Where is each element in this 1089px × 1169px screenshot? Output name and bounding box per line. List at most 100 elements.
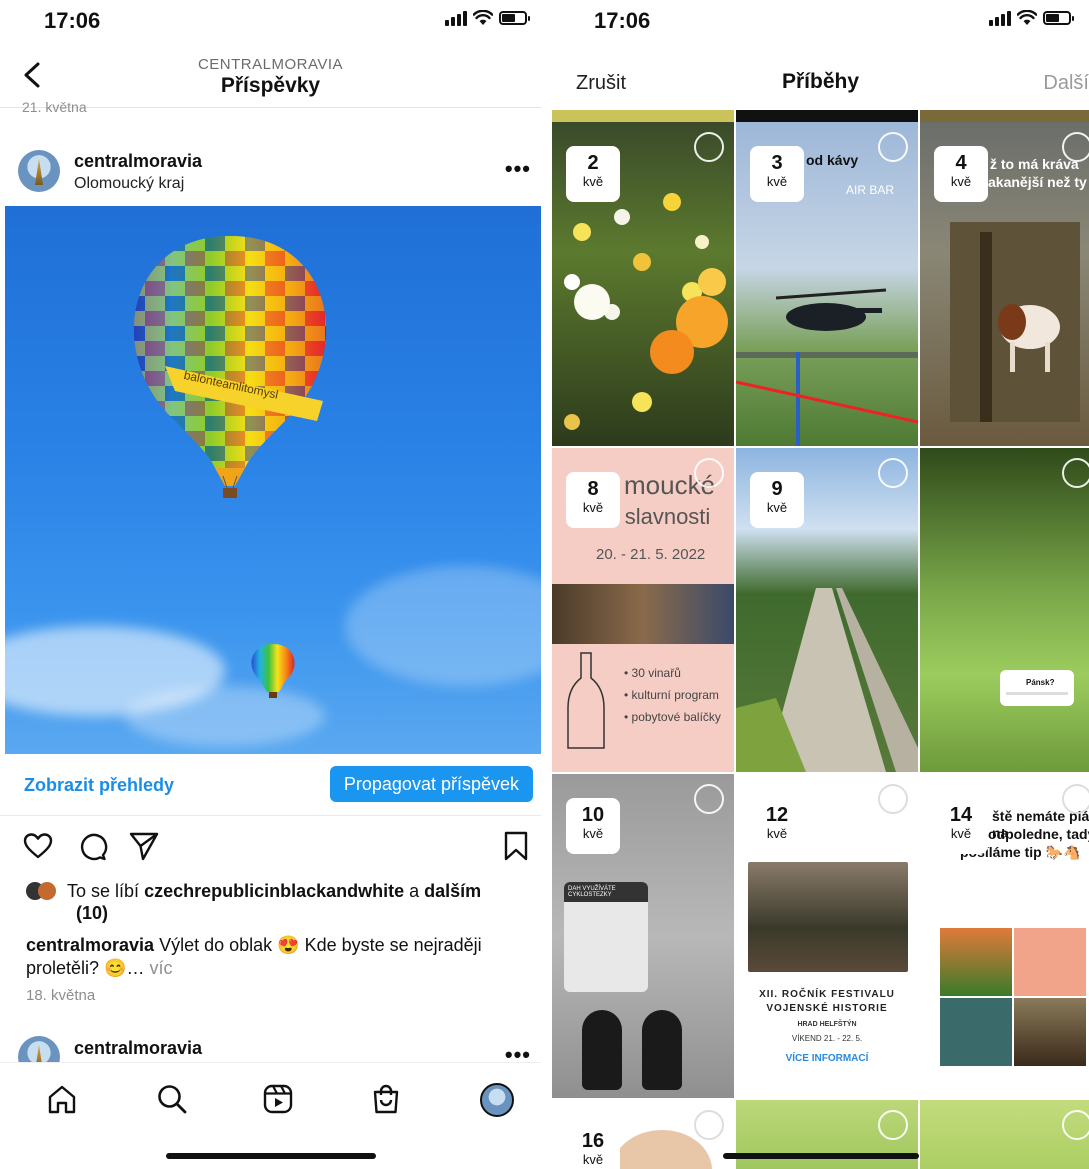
balloon-illustration: balonteamlitomysl xyxy=(133,236,327,698)
send-icon[interactable] xyxy=(128,830,160,862)
story-overlay-text: odpoledne, tady xyxy=(988,826,1089,842)
post-screen: 17:06 CENTRALMORAVIA Příspěvky 21. květn… xyxy=(0,0,541,1169)
likes-prefix: To se líbí xyxy=(67,881,145,901)
search-icon[interactable] xyxy=(156,1083,188,1115)
story-date-badge: 4 kvě xyxy=(934,146,988,202)
story-overlay-text: AIR BAR xyxy=(846,183,895,197)
select-circle[interactable] xyxy=(878,132,908,162)
header-title: CENTRALMORAVIA Příspěvky xyxy=(0,56,541,98)
story-thumbnail[interactable] xyxy=(920,1100,1089,1169)
select-circle[interactable] xyxy=(694,458,724,488)
likes-summary[interactable]: To se líbí czechrepublicinblackandwhite … xyxy=(26,880,521,924)
story-overlay-text: ž to má kráva xyxy=(990,156,1079,172)
caption-more-link[interactable]: víc xyxy=(149,958,172,978)
wifi-icon xyxy=(1017,10,1037,25)
heart-icon[interactable] xyxy=(22,830,54,862)
story-date-badge: 16 kvě xyxy=(566,1124,620,1169)
signal-icon xyxy=(445,10,467,26)
home-indicator xyxy=(165,1153,376,1159)
story-thumbnail[interactable]: DAH VYUŽÍVÁTE CYKLOSTEZKY 10 kvě xyxy=(552,774,734,1098)
post-date: 18. května xyxy=(26,987,96,1004)
page-title: Příběhy xyxy=(781,70,860,93)
post-actions xyxy=(0,830,541,866)
story-thumbnail[interactable]: XII. ROČNÍK FESTIVALU VOJENSKÉ HISTORIE … xyxy=(736,774,918,1098)
page-title: Příspěvky xyxy=(220,74,321,97)
select-circle[interactable] xyxy=(1062,132,1089,162)
account-name: CENTRALMORAVIA xyxy=(197,56,344,73)
story-thumbnail[interactable]: 2 kvě xyxy=(552,122,734,446)
bookmark-icon[interactable] xyxy=(500,830,532,862)
status-time: 17:06 xyxy=(44,8,101,33)
question-sticker: DAH VYUŽÍVÁTE CYKLOSTEZKY xyxy=(564,882,648,992)
poll-sticker: Pánsk? xyxy=(1000,670,1074,706)
select-circle[interactable] xyxy=(878,458,908,488)
shop-icon[interactable] xyxy=(370,1083,402,1115)
story-picker-screen: 17:06 Zrušit Příběhy Další 2 kvě od kávy… xyxy=(552,0,1089,1169)
story-thumb-partial xyxy=(920,110,1089,122)
post-username[interactable]: centralmoravia xyxy=(74,151,202,172)
status-bar: 17:06 xyxy=(552,0,1089,44)
story-date-badge: 10 kvě xyxy=(566,798,620,854)
status-icons xyxy=(445,10,530,26)
signal-icon xyxy=(989,10,1011,26)
story-date-badge: 12 kvě xyxy=(750,798,804,854)
select-circle[interactable] xyxy=(1062,458,1089,488)
reels-icon[interactable] xyxy=(262,1083,294,1115)
home-icon[interactable] xyxy=(46,1083,78,1115)
status-time: 17:06 xyxy=(594,8,651,33)
likes-user[interactable]: czechrepublicinblackandwhite xyxy=(144,881,404,901)
likes-count: (10) xyxy=(76,903,109,923)
story-bullet: • kulturní program xyxy=(624,688,719,702)
story-overlay-text: 20. - 21. 5. 2022 xyxy=(596,546,706,563)
battery-icon xyxy=(1043,11,1074,25)
story-thumb-partial xyxy=(736,110,918,122)
select-circle[interactable] xyxy=(1062,1110,1089,1140)
story-date-badge: 14 kvě xyxy=(934,798,988,854)
status-icons xyxy=(989,10,1074,26)
home-indicator xyxy=(722,1153,919,1159)
caption-username[interactable]: centralmoravia xyxy=(26,935,154,955)
comment-icon[interactable] xyxy=(76,830,108,862)
story-overlay-text: od kávy xyxy=(806,152,859,168)
top-nav: Zrušit Příběhy Další xyxy=(552,48,1089,110)
select-circle[interactable] xyxy=(694,1110,724,1140)
wifi-icon xyxy=(473,10,493,25)
story-thumbnail[interactable]: Pánsk? xyxy=(920,448,1089,772)
story-thumbnail[interactable]: od kávy AIR BAR 3 kvě xyxy=(736,122,918,446)
post-image[interactable]: balonteamlitomysl xyxy=(5,206,541,754)
story-thumbnail[interactable]: 9 kvě xyxy=(736,448,918,772)
story-overlay-text: VÍKEND 21. - 22. 5. xyxy=(791,1034,863,1043)
select-circle[interactable] xyxy=(878,784,908,814)
insights-row: Zobrazit přehledy Propagovat příspěvek xyxy=(0,754,541,816)
story-thumbnail[interactable]: ž to má kráva vymakanější než ty 4 kvě xyxy=(920,122,1089,446)
likes-and: a xyxy=(404,881,425,901)
bottom-tab-bar xyxy=(0,1062,541,1169)
post-caption: centralmoravia Výlet do oblak 😍 Kde byst… xyxy=(26,934,521,980)
story-date-badge: 9 kvě xyxy=(750,472,804,528)
promote-post-button[interactable]: Propagovat příspěvek xyxy=(329,766,533,802)
profile-icon[interactable] xyxy=(480,1083,514,1117)
post-location[interactable]: Olomoucký kraj xyxy=(74,175,184,193)
story-thumbnail[interactable]: moucké vinné slavnosti 20. - 21. 5. 2022… xyxy=(552,448,734,772)
next-button[interactable]: Další xyxy=(1043,72,1089,95)
next-post-username[interactable]: centralmoravia xyxy=(74,1038,202,1059)
story-date-badge: 3 kvě xyxy=(750,146,804,202)
status-bar: 17:06 xyxy=(0,0,541,44)
view-insights-link[interactable]: Zobrazit přehledy xyxy=(24,775,174,796)
story-link-text: VÍCE INFORMACÍ xyxy=(785,1053,869,1064)
likes-more[interactable]: dalším xyxy=(424,881,481,901)
select-circle[interactable] xyxy=(878,1110,908,1140)
select-circle[interactable] xyxy=(694,784,724,814)
more-options-icon[interactable]: ••• xyxy=(505,156,531,182)
story-thumb-partial xyxy=(552,110,734,122)
story-date-badge: 2 kvě xyxy=(566,146,620,202)
story-thumbnail[interactable]: ště nemáte plán na odpoledne, tady posíl… xyxy=(920,774,1089,1098)
story-thumbnail[interactable]: 16 kvě xyxy=(552,1100,734,1169)
post-header: centralmoravia Olomoucký kraj ••• xyxy=(0,140,541,206)
battery-icon xyxy=(499,11,530,25)
avatar[interactable] xyxy=(18,150,60,192)
select-circle[interactable] xyxy=(1062,784,1089,814)
select-circle[interactable] xyxy=(694,132,724,162)
liker-avatar xyxy=(38,882,56,900)
top-nav: CENTRALMORAVIA Příspěvky xyxy=(0,48,541,108)
